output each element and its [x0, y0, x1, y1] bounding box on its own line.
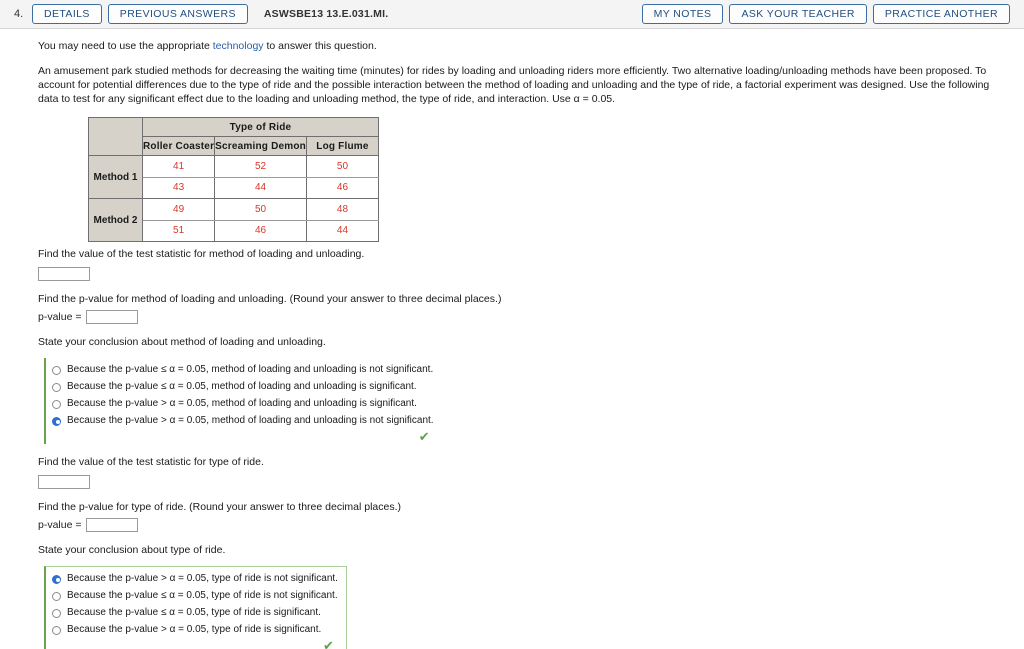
test-statistic-prompt-ride: Find the value of the test statistic for… [38, 456, 264, 468]
radio-option-label: Because the p-value > α = 0.05, type of … [67, 573, 338, 584]
radio-option-label: Because the p-value ≤ α = 0.05, method o… [67, 381, 417, 392]
assignment-code: ASWSBE13 13.E.031.MI. [263, 8, 389, 20]
question-body: You may need to use the appropriate tech… [0, 29, 1024, 649]
practice-another-button[interactable]: PRACTICE ANOTHER [872, 3, 1010, 25]
p-value-row-ride: p-value = [38, 518, 1010, 532]
radio-icon[interactable] [52, 365, 61, 375]
table-group-header: Type of Ride [142, 117, 379, 137]
row-label-method-1: Method 1 [88, 155, 143, 199]
header-actions: MY NOTES ASK YOUR TEACHER PRACTICE ANOTH… [641, 3, 1010, 25]
p-value-input-method[interactable] [85, 310, 138, 324]
cell-m1-rc-2: 43 [141, 176, 216, 199]
test-statistic-input-ride[interactable] [38, 474, 90, 489]
radio-option[interactable]: Because the p-value ≤ α = 0.05, type of … [52, 605, 338, 621]
my-notes-button[interactable]: MY NOTES [641, 3, 724, 25]
cell-m1-lf-2: 46 [305, 176, 379, 199]
radio-option[interactable]: Because the p-value ≤ α = 0.05, type of … [52, 588, 338, 604]
table-row: Method 2 49 50 48 [88, 198, 379, 242]
column-header-log-flume: Log Flume [305, 136, 379, 156]
p-value-row-method: p-value = [38, 310, 1010, 324]
cell-m2-lf-2: 44 [305, 219, 379, 242]
radio-option-label: Because the p-value > α = 0.05, method o… [67, 415, 434, 426]
p-value-prompt-ride: Find the p-value for type of ride. (Roun… [38, 501, 402, 513]
radio-option[interactable]: Because the p-value > α = 0.05, method o… [52, 413, 434, 429]
cell-m1-sd-2: 44 [214, 176, 307, 199]
radio-option[interactable]: Because the p-value ≤ α = 0.05, method o… [52, 379, 434, 395]
cell-m2-rc-1: 49 [141, 198, 216, 221]
cell-m2-sd-1: 50 [214, 198, 307, 221]
radio-option-label: Because the p-value ≤ α = 0.05, type of … [67, 590, 338, 601]
p-value-prompt-method: Find the p-value for method of loading a… [38, 293, 502, 305]
table-header-row-group: Type of Ride [88, 117, 379, 156]
column-header-screaming-demon: Screaming Demon [214, 136, 307, 156]
radio-option[interactable]: Because the p-value > α = 0.05, method o… [52, 396, 434, 412]
question-number: 4. [14, 8, 24, 20]
conclusion-options-method: Because the p-value ≤ α = 0.05, method o… [44, 358, 434, 444]
question-header: 4. DETAILS PREVIOUS ANSWERS ASWSBE13 13.… [0, 0, 1024, 29]
technology-note-after: to answer this question. [263, 40, 377, 52]
cell-m2-rc-2: 51 [141, 219, 216, 242]
question-page: 4. DETAILS PREVIOUS ANSWERS ASWSBE13 13.… [0, 0, 1024, 649]
radio-option[interactable]: Because the p-value > α = 0.05, type of … [52, 622, 338, 638]
section-method: Find the value of the test statistic for… [38, 248, 1010, 446]
cell-m1-lf-1: 50 [305, 155, 379, 178]
radio-icon[interactable] [52, 591, 61, 601]
technology-link[interactable]: technology [213, 40, 264, 52]
radio-icon[interactable] [52, 399, 61, 409]
p-value-label-ride: p-value = [38, 519, 82, 531]
correct-mark-wrapper-method: ✔ [52, 429, 434, 444]
problem-statement: An amusement park studied methods for de… [38, 65, 990, 105]
conclusion-prompt-method: State your conclusion about method of lo… [38, 336, 326, 348]
previous-answers-button[interactable]: PREVIOUS ANSWERS [107, 3, 248, 25]
conclusion-prompt-ride: State your conclusion about type of ride… [38, 544, 226, 556]
data-table-wrapper: Type of Ride Roller Coaster Screaming De… [88, 117, 1010, 242]
radio-option-label: Because the p-value ≤ α = 0.05, method o… [67, 364, 434, 375]
data-table: Type of Ride Roller Coaster Screaming De… [88, 117, 379, 242]
radio-icon[interactable] [52, 625, 61, 635]
radio-option-label: Because the p-value ≤ α = 0.05, type of … [67, 607, 321, 618]
ask-your-teacher-button[interactable]: ASK YOUR TEACHER [729, 3, 867, 25]
correct-check-icon: ✔ [323, 638, 334, 649]
cell-m1-rc-1: 41 [141, 155, 216, 178]
row-label-method-2: Method 2 [88, 198, 143, 242]
table-corner-cell [88, 117, 143, 156]
column-header-roller-coaster: Roller Coaster [141, 136, 216, 156]
radio-option-label: Because the p-value > α = 0.05, method o… [67, 398, 417, 409]
conclusion-options-ride: Because the p-value > α = 0.05, type of … [44, 566, 347, 649]
correct-check-icon: ✔ [418, 429, 430, 444]
section-type-of-ride: Find the value of the test statistic for… [38, 456, 1010, 649]
cell-m1-sd-1: 52 [214, 155, 307, 178]
technology-note-before: You may need to use the appropriate [38, 40, 213, 52]
details-button[interactable]: DETAILS [32, 3, 102, 25]
radio-option[interactable]: Because the p-value > α = 0.05, type of … [52, 571, 338, 587]
test-statistic-input-method[interactable] [38, 266, 90, 281]
radio-icon[interactable] [52, 382, 61, 392]
radio-icon-selected[interactable] [52, 574, 61, 584]
radio-option-label: Because the p-value > α = 0.05, type of … [67, 624, 322, 635]
radio-option[interactable]: Because the p-value ≤ α = 0.05, method o… [52, 362, 434, 378]
radio-icon[interactable] [52, 608, 61, 618]
radio-icon-selected[interactable] [52, 416, 61, 426]
correct-mark-wrapper-ride: ✔ [52, 639, 338, 649]
table-row: Method 1 41 52 50 [88, 155, 379, 199]
cell-m2-lf-1: 48 [305, 198, 379, 221]
technology-note: You may need to use the appropriate tech… [38, 39, 1010, 53]
test-statistic-prompt-method: Find the value of the test statistic for… [38, 248, 365, 260]
p-value-label-method: p-value = [38, 311, 82, 323]
p-value-input-ride[interactable] [85, 518, 138, 532]
cell-m2-sd-2: 46 [214, 219, 307, 242]
